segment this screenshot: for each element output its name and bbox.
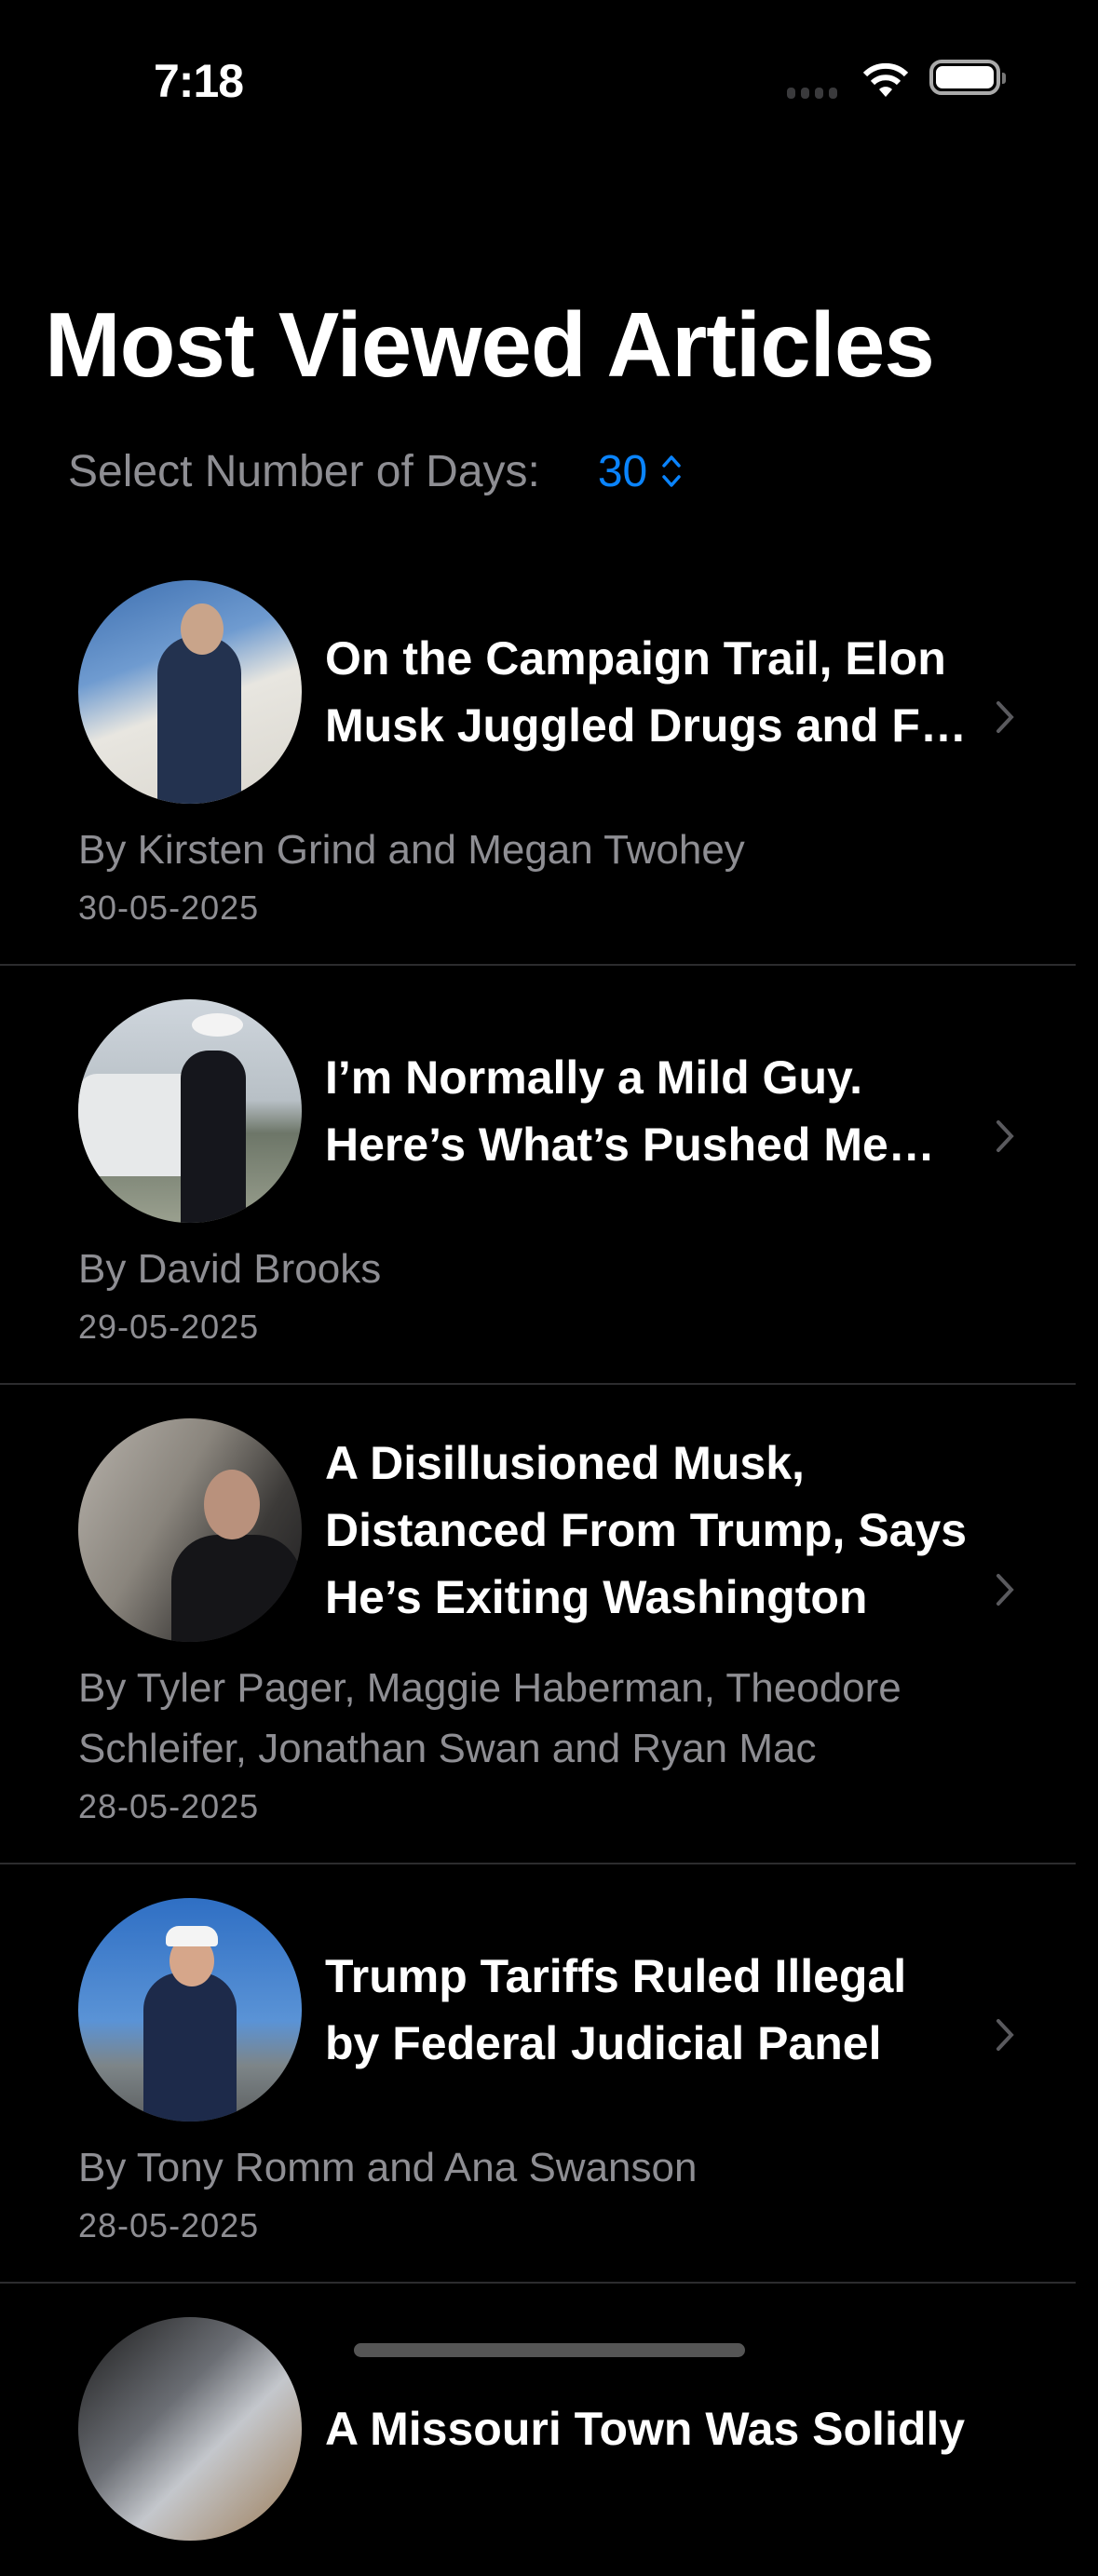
article-author: By David Brooks — [78, 1246, 382, 1292]
article-thumbnail — [78, 1418, 302, 1642]
chevron-right-icon — [996, 1120, 1014, 1152]
cellular-signal-icon — [787, 88, 837, 99]
article-row[interactable]: A Disillusioned Musk, Distanced From Tru… — [0, 1385, 1076, 1864]
article-author: By Tony Romm and Ana Swanson — [78, 2145, 698, 2190]
article-title: Trump Tariffs Ruled Illegal by Federal J… — [325, 1950, 907, 2069]
battery-icon — [929, 60, 1006, 95]
article-date: 28-05-2025 — [78, 2206, 260, 2244]
days-picker-row: Select Number of Days: 30 — [68, 445, 683, 497]
days-picker-value: 30 — [597, 446, 648, 496]
article-row[interactable]: A Missouri Town Was Solidly — [0, 2284, 1076, 2576]
days-picker-label: Select Number of Days: — [68, 446, 540, 496]
article-row[interactable]: Trump Tariffs Ruled Illegal by Federal J… — [0, 1864, 1076, 2284]
chevron-right-icon — [996, 701, 1014, 733]
article-title: I’m Normally a Mild Guy. Here’s What’s P… — [325, 1051, 935, 1171]
article-row[interactable]: I’m Normally a Mild Guy. Here’s What’s P… — [0, 966, 1076, 1385]
chevron-up-down-icon — [662, 455, 681, 487]
status-time: 7:18 — [154, 55, 244, 107]
article-title: A Disillusioned Musk, Distanced From Tru… — [325, 1437, 968, 1623]
chevron-right-icon — [996, 2019, 1014, 2051]
days-picker[interactable]: 30 — [598, 446, 683, 497]
chevron-right-icon — [996, 1574, 1014, 1606]
wifi-icon — [862, 62, 909, 97]
status-bar: 7:18 — [0, 0, 1098, 130]
page-title: Most Viewed Articles — [45, 293, 935, 396]
article-thumbnail — [78, 999, 302, 1223]
article-row[interactable]: On the Campaign Trail, Elon Musk Juggled… — [0, 547, 1076, 966]
article-author: By Kirsten Grind and Megan Twohey — [78, 827, 745, 873]
article-thumbnail — [78, 580, 302, 804]
article-date: 29-05-2025 — [78, 1308, 260, 1346]
article-thumbnail — [78, 2317, 302, 2541]
article-title: On the Campaign Trail, Elon Musk Juggled… — [325, 632, 967, 752]
home-indicator[interactable] — [354, 2343, 745, 2357]
article-list: On the Campaign Trail, Elon Musk Juggled… — [0, 547, 1098, 2576]
article-author: By Tyler Pager, Maggie Haberman, Theodor… — [78, 1665, 901, 1771]
article-thumbnail — [78, 1898, 302, 2122]
article-date: 30-05-2025 — [78, 888, 260, 927]
article-title: A Missouri Town Was Solidly — [325, 2403, 966, 2455]
article-date: 28-05-2025 — [78, 1787, 260, 1825]
